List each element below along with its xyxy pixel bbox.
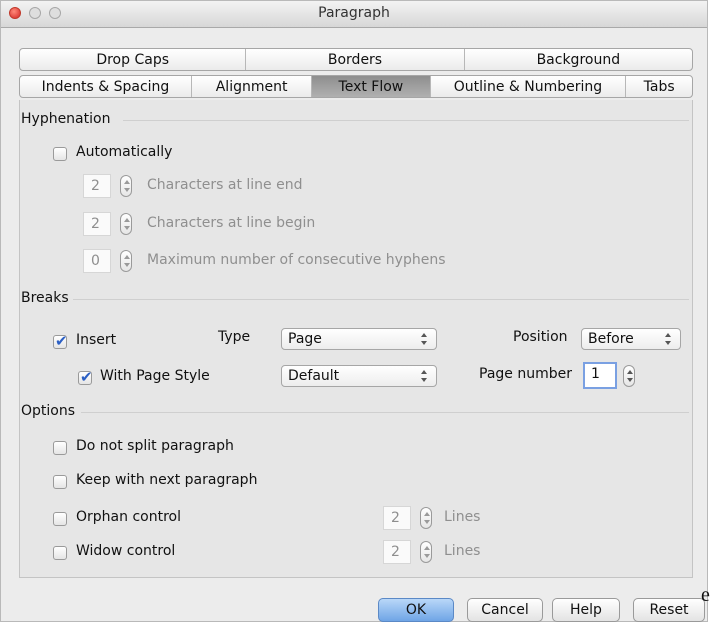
break-type-select[interactable]: Page: [281, 328, 437, 350]
options-heading: Options: [21, 403, 76, 419]
section-divider: [81, 412, 689, 413]
break-position-value: Before: [588, 331, 634, 347]
orphan-lines-unit: Lines: [444, 509, 481, 525]
section-divider: [73, 299, 689, 300]
tab-background[interactable]: Background: [465, 49, 692, 70]
stray-text-fragment: e: [701, 584, 710, 606]
hyphenation-heading: Hyphenation: [21, 111, 111, 127]
page-style-select[interactable]: Default: [281, 365, 437, 387]
help-button[interactable]: Help: [552, 598, 620, 622]
orphan-lines-stepper[interactable]: [420, 507, 432, 529]
keep-with-next-label: Keep with next paragraph: [76, 472, 258, 488]
cancel-button[interactable]: Cancel: [467, 598, 543, 622]
select-arrows-icon: [420, 370, 428, 382]
window-title: Paragraph: [318, 5, 390, 21]
chars-line-begin-stepper[interactable]: [120, 213, 132, 235]
title-bar: Paragraph: [1, 1, 707, 28]
widow-lines-stepper[interactable]: [420, 541, 432, 563]
tab-indents-spacing[interactable]: Indents & Spacing: [20, 76, 192, 97]
widow-control-label: Widow control: [76, 543, 176, 559]
with-page-style-label: With Page Style: [100, 368, 210, 384]
page-number-input[interactable]: 1: [583, 362, 617, 389]
widow-control-checkbox[interactable]: [53, 546, 67, 560]
orphan-control-label: Orphan control: [76, 509, 181, 525]
select-arrows-icon: [664, 333, 672, 345]
page-number-label: Page number: [479, 366, 572, 382]
max-hyphens-label: Maximum number of consecutive hyphens: [147, 252, 446, 268]
orphan-lines-input[interactable]: 2: [383, 506, 411, 530]
position-label: Position: [513, 329, 568, 345]
insert-break-checkbox[interactable]: [53, 332, 68, 350]
automatically-label: Automatically: [76, 144, 173, 160]
chars-line-end-stepper[interactable]: [120, 175, 132, 197]
widow-lines-input[interactable]: 2: [383, 540, 411, 564]
max-hyphens-input[interactable]: 0: [83, 249, 111, 273]
chars-line-end-input[interactable]: 2: [83, 174, 111, 198]
select-arrows-icon: [420, 333, 428, 345]
chars-line-begin-label: Characters at line begin: [147, 215, 316, 231]
chars-line-end-label: Characters at line end: [147, 177, 303, 193]
reset-button[interactable]: Reset: [633, 598, 705, 622]
ok-button[interactable]: OK: [378, 598, 454, 622]
do-not-split-label: Do not split paragraph: [76, 438, 234, 454]
page-number-stepper[interactable]: [623, 365, 635, 387]
section-divider: [123, 120, 689, 121]
keep-with-next-checkbox[interactable]: [53, 475, 67, 489]
widow-lines-unit: Lines: [444, 543, 481, 559]
max-hyphens-stepper[interactable]: [120, 250, 132, 272]
with-page-style-checkbox[interactable]: [78, 368, 93, 386]
tab-outline-numbering[interactable]: Outline & Numbering: [431, 76, 627, 97]
tab-row-1: Drop Caps Borders Background: [19, 48, 693, 71]
tab-text-flow[interactable]: Text Flow: [312, 76, 431, 97]
tab-drop-caps[interactable]: Drop Caps: [20, 49, 247, 70]
tab-alignment[interactable]: Alignment: [192, 76, 313, 97]
chars-line-begin-input[interactable]: 2: [83, 212, 111, 236]
orphan-control-checkbox[interactable]: [53, 512, 67, 526]
tab-borders[interactable]: Borders: [246, 49, 465, 70]
breaks-heading: Breaks: [21, 290, 69, 306]
break-type-value: Page: [288, 331, 322, 347]
do-not-split-checkbox[interactable]: [53, 441, 67, 455]
break-position-select[interactable]: Before: [581, 328, 681, 350]
break-type-label: Type: [218, 329, 251, 345]
tab-row-2: Indents & Spacing Alignment Text Flow Ou…: [19, 75, 693, 98]
paragraph-dialog: Paragraph Drop Caps Borders Background I…: [0, 0, 708, 622]
automatically-checkbox[interactable]: [53, 147, 67, 161]
page-style-value: Default: [288, 368, 340, 384]
tab-tabs[interactable]: Tabs: [626, 76, 692, 97]
insert-break-label: Insert: [76, 332, 117, 348]
